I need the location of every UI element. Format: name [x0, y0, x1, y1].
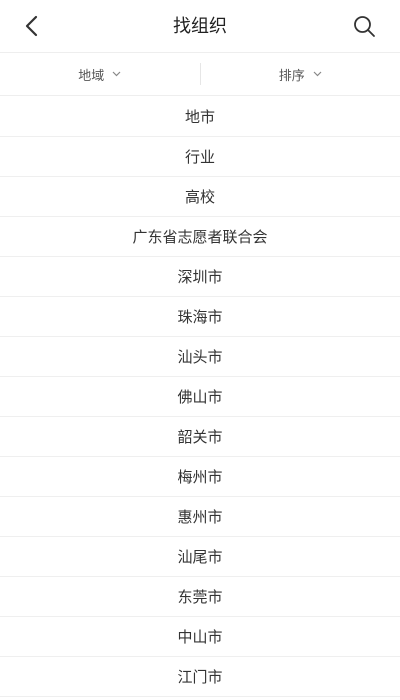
filter-region-label: 地域 [78, 68, 105, 84]
list-item[interactable]: 梅州市 [0, 457, 400, 497]
chevron-down-icon [313, 71, 322, 77]
list-item[interactable]: 行业 [0, 137, 400, 177]
search-icon [354, 16, 375, 37]
list-item[interactable]: 东莞市 [0, 577, 400, 617]
top-bar: 找组织 [0, 0, 400, 52]
filter-sort-label: 排序 [278, 68, 305, 84]
list-item[interactable]: 韶关市 [0, 417, 400, 457]
organization-list: 地市 行业 高校 广东省志愿者联合会 深圳市 珠海市 汕头市 佛山市 韶关市 梅… [0, 97, 400, 697]
list-item[interactable]: 汕尾市 [0, 537, 400, 577]
list-item[interactable]: 佛山市 [0, 377, 400, 417]
list-item[interactable]: 惠州市 [0, 497, 400, 537]
list-item[interactable]: 深圳市 [0, 257, 400, 297]
search-button[interactable] [350, 12, 378, 40]
list-item[interactable]: 地市 [0, 97, 400, 137]
page-title: 找组织 [173, 16, 227, 37]
filter-region-dropdown[interactable]: 地域 [0, 53, 200, 95]
filter-bar: 地域 排序 [0, 52, 400, 96]
filter-sort-dropdown[interactable]: 排序 [201, 53, 400, 95]
list-item[interactable]: 珠海市 [0, 297, 400, 337]
list-item[interactable]: 高校 [0, 177, 400, 217]
list-item[interactable]: 江门市 [0, 657, 400, 697]
chevron-down-icon [112, 71, 121, 77]
list-item[interactable]: 广东省志愿者联合会 [0, 217, 400, 257]
list-item[interactable]: 汕头市 [0, 337, 400, 377]
list-item[interactable]: 中山市 [0, 617, 400, 657]
